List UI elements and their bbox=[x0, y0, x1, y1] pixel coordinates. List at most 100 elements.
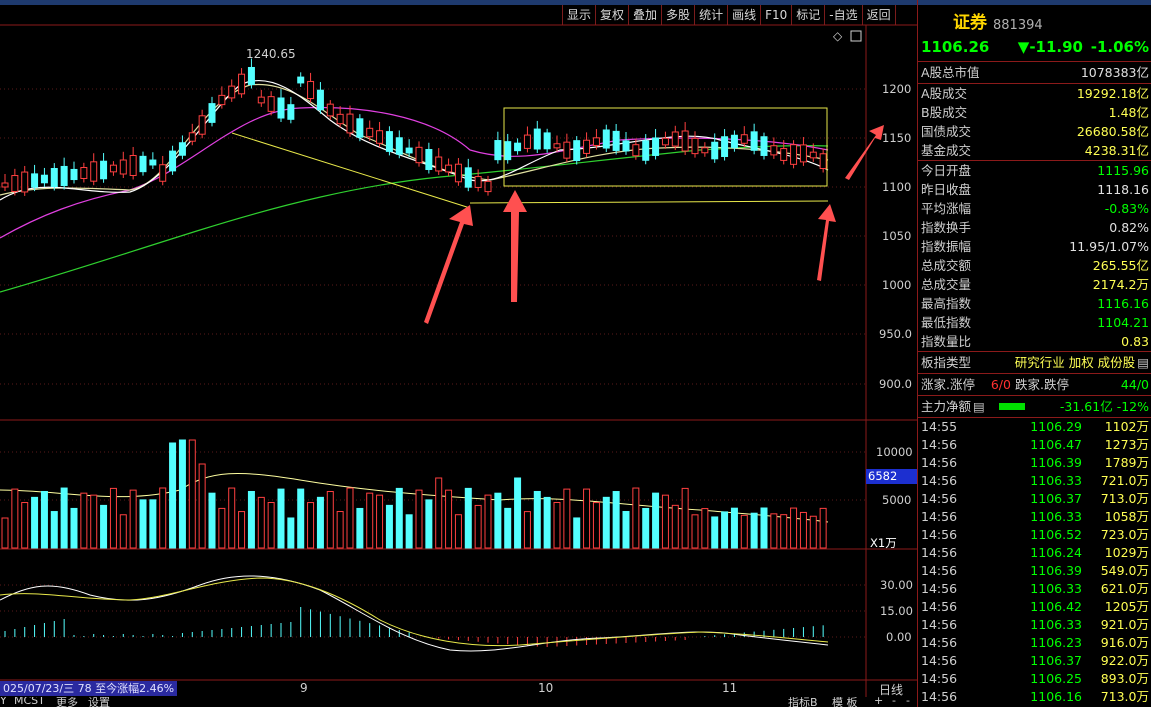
high-marker: 1240.65 bbox=[246, 47, 296, 61]
candle-body bbox=[701, 147, 709, 154]
volume-bar bbox=[533, 490, 541, 549]
bottom-tab[interactable]: - bbox=[906, 697, 910, 707]
volume-bar bbox=[60, 487, 68, 549]
kline-chart[interactable]: ◇ 1240.65 bbox=[0, 0, 917, 707]
volume-bar bbox=[218, 507, 226, 549]
tick-time: 14:56 bbox=[921, 563, 958, 578]
volume-bar bbox=[21, 502, 29, 549]
bottom-tab[interactable]: Y bbox=[0, 697, 7, 707]
stat-label: 板指类型 bbox=[921, 355, 972, 370]
month-label: 10 bbox=[538, 681, 554, 695]
volume-bar bbox=[642, 507, 650, 549]
stat-row: 基金成交 4238.31亿 bbox=[918, 141, 1151, 160]
dif-line bbox=[0, 575, 829, 652]
tick-price: 1106.37 bbox=[1030, 491, 1082, 506]
bottom-tab[interactable]: MCST bbox=[14, 697, 45, 707]
volume-bar bbox=[652, 492, 660, 549]
tick-row: 14:56 1106.37 713.0万 bbox=[918, 490, 1151, 508]
volume-bar bbox=[395, 487, 403, 549]
volume-value-badge: 6582 bbox=[866, 469, 918, 484]
bottom-tab[interactable]: - bbox=[892, 697, 896, 707]
stat-label: 国债成交 bbox=[921, 124, 972, 139]
tick-row: 14:56 1106.25 893.0万 bbox=[918, 670, 1151, 688]
volume-bar bbox=[425, 499, 433, 549]
volume-bar bbox=[780, 514, 788, 549]
tick-row: 14:56 1106.39 1789万 bbox=[918, 454, 1151, 472]
candle-body bbox=[31, 173, 39, 188]
candle-body bbox=[238, 73, 246, 95]
volume-bar bbox=[80, 492, 88, 549]
stat-label: 最高指数 bbox=[921, 296, 972, 311]
volume-bar bbox=[583, 488, 591, 549]
tick-time: 14:56 bbox=[921, 527, 958, 542]
candle-body bbox=[553, 143, 561, 149]
candle-body bbox=[11, 175, 19, 192]
volume-bar bbox=[119, 514, 127, 549]
volume-bar bbox=[592, 502, 600, 549]
period-label[interactable]: 日线 bbox=[879, 681, 903, 698]
tick-time: 14:56 bbox=[921, 491, 958, 506]
diamond-icon[interactable]: ◇ bbox=[833, 29, 843, 43]
candle-body bbox=[287, 104, 295, 120]
tick-price: 1106.23 bbox=[1030, 635, 1082, 650]
candle-body bbox=[356, 118, 364, 138]
tick-list[interactable]: 14:55 1106.29 1102万 14:56 1106.47 1273万 14:56 1… bbox=[918, 418, 1151, 706]
tick-row: 14:56 1106.42 1205万 bbox=[918, 598, 1151, 616]
candle-body bbox=[760, 136, 768, 156]
candle-body bbox=[819, 153, 827, 170]
volume-bar bbox=[474, 504, 482, 549]
bottom-tab[interactable]: + bbox=[874, 697, 883, 707]
stat-label: A股成交 bbox=[921, 86, 968, 101]
volume-bar bbox=[691, 514, 699, 549]
quote-header: 证券 881394 bbox=[918, 0, 1151, 33]
tick-volume: 916.0万 bbox=[1100, 635, 1149, 650]
tick-price: 1106.25 bbox=[1030, 671, 1082, 686]
candle-body bbox=[504, 141, 512, 161]
volume-bar bbox=[435, 477, 443, 549]
candle-body bbox=[474, 176, 482, 188]
candle-body bbox=[228, 85, 236, 99]
volume-bar bbox=[385, 504, 393, 549]
tick-time: 14:56 bbox=[921, 455, 958, 470]
stat-value: 11.95/1.07% bbox=[1069, 239, 1149, 254]
tick-volume: 922.0万 bbox=[1100, 653, 1149, 668]
tick-volume: 713.0万 bbox=[1100, 689, 1149, 704]
volume-bar bbox=[109, 487, 117, 549]
volume-bar bbox=[809, 515, 817, 549]
volume-bar bbox=[159, 487, 167, 549]
market-value-row: A股总市值 1078383亿 bbox=[918, 62, 1151, 84]
bottom-tab[interactable]: 模 板 bbox=[832, 697, 858, 707]
volume-axis-label: 5000 bbox=[882, 493, 912, 507]
stat-label: A股总市值 bbox=[921, 65, 980, 80]
tick-price: 1106.47 bbox=[1030, 437, 1082, 452]
tick-volume: 721.0万 bbox=[1100, 473, 1149, 488]
candle-body bbox=[415, 146, 423, 164]
volume-bar bbox=[326, 491, 334, 549]
stat-label: 总成交额 bbox=[921, 258, 972, 273]
volume-bar bbox=[356, 507, 364, 549]
list-icon[interactable]: ▤ bbox=[973, 396, 985, 417]
stat-value: 26680.58亿 bbox=[1076, 124, 1149, 139]
price-axis-label: 1150 bbox=[882, 131, 912, 145]
bottom-tab[interactable]: 更多 bbox=[56, 697, 78, 707]
volume-bar bbox=[100, 504, 108, 549]
candle-body bbox=[21, 171, 29, 193]
volume-bar bbox=[267, 502, 275, 549]
candle-body bbox=[50, 167, 58, 188]
board-type-row[interactable]: 板指类型 研究行业 加权 成份股 ▤ bbox=[918, 352, 1151, 374]
stat-label: 指数振幅 bbox=[921, 239, 972, 254]
volume-bar bbox=[316, 496, 324, 549]
candle-body bbox=[60, 165, 68, 187]
candle-body bbox=[543, 132, 551, 150]
bottom-tab[interactable]: 指标B bbox=[788, 697, 818, 707]
tick-row: 14:56 1106.33 721.0万 bbox=[918, 472, 1151, 490]
tick-time: 14:56 bbox=[921, 617, 958, 632]
candle-body bbox=[809, 151, 817, 159]
list-icon[interactable]: ▤ bbox=[1137, 352, 1149, 373]
candle-body bbox=[721, 136, 729, 157]
window-toggle-icon[interactable] bbox=[850, 30, 862, 42]
flow-value: -31.61亿 -12% bbox=[1059, 399, 1149, 414]
volume-bar bbox=[790, 507, 798, 549]
bottom-tab[interactable]: 设置 bbox=[88, 697, 110, 707]
stat-value: 265.55亿 bbox=[1092, 258, 1149, 273]
